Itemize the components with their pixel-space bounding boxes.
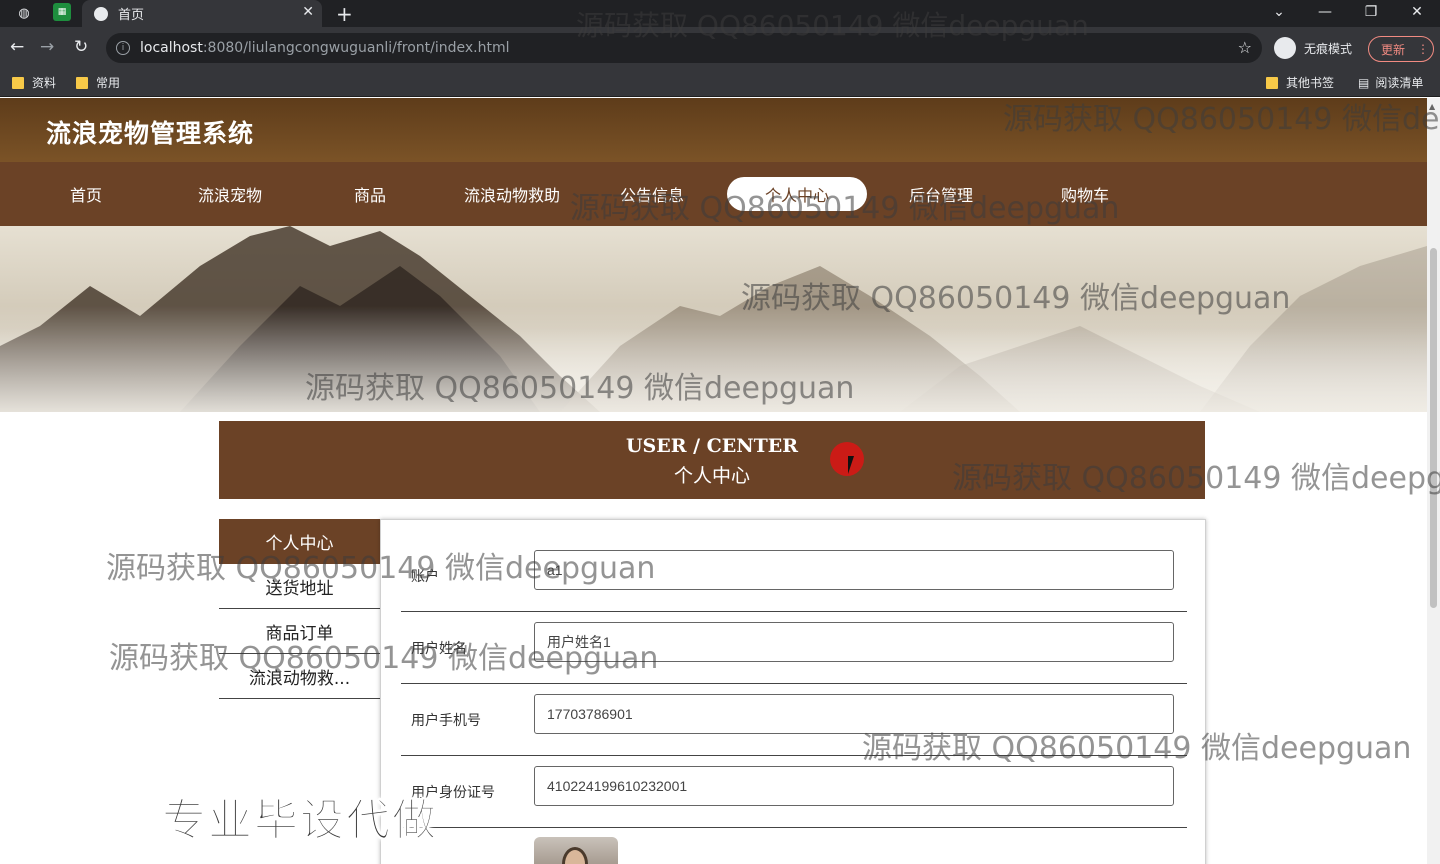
incognito-icon (1274, 37, 1296, 59)
scrollbar-thumb[interactable] (1430, 248, 1437, 608)
name-label: 用户姓名 (411, 641, 467, 657)
user-center-heading: USER / CENTER 个人中心 (219, 421, 1205, 499)
heading-en: USER / CENTER (625, 435, 799, 457)
nav-stray-pets[interactable]: 流浪宠物 (180, 177, 280, 211)
tab-favicon-icon (94, 6, 108, 21)
form-row-account: 账户 (401, 540, 1187, 612)
form-row-name: 用户姓名 (401, 612, 1187, 684)
url-path: :8080/liulangcongwuguanli/front/index.ht… (202, 40, 510, 56)
side-item-orders[interactable]: 商品订单 (219, 609, 380, 654)
tab-close-icon[interactable]: ✕ (302, 4, 314, 20)
minimize-button[interactable]: — (1302, 0, 1348, 24)
new-tab-button[interactable]: + (336, 2, 353, 26)
folder-icon (76, 76, 88, 89)
restore-button[interactable]: ❐ (1348, 0, 1394, 24)
nav-products[interactable]: 商品 (330, 177, 410, 211)
bookmarks-bar: 资料 常用 其他书签 ▤ 阅读清单 (0, 69, 1440, 97)
form-row-id: 用户身份证号 (401, 756, 1187, 828)
mouse-cursor-icon (848, 456, 854, 474)
update-label: 更新 (1381, 42, 1406, 57)
close-window-button[interactable]: ✕ (1394, 0, 1440, 24)
side-item-user-center[interactable]: 个人中心 (219, 519, 380, 564)
side-item-address[interactable]: 送货地址 (219, 564, 380, 609)
bookmark-star-icon[interactable]: ☆ (1238, 38, 1252, 57)
heading-zh: 个人中心 (673, 465, 750, 487)
forward-icon[interactable]: → (40, 37, 54, 57)
scroll-up-icon[interactable]: ▲ (1429, 102, 1435, 111)
phone-input[interactable] (534, 694, 1174, 734)
reading-list[interactable]: ▤ 阅读清单 (1358, 74, 1423, 91)
bookmark-folder[interactable]: 资料 (12, 74, 56, 91)
account-input[interactable] (534, 550, 1174, 590)
side-item-rescue[interactable]: 流浪动物救... (219, 654, 380, 699)
nav-home[interactable]: 首页 (46, 177, 126, 211)
form-row-phone: 用户手机号 (401, 684, 1187, 756)
bookmark-label: 阅读清单 (1375, 76, 1424, 90)
tab-title: 首页 (118, 8, 145, 23)
url-bar[interactable]: i localhost :8080/liulangcongwuguanli/fr… (106, 33, 1262, 63)
incognito-indicator[interactable]: 无痕模式 (1274, 37, 1352, 59)
nav-notices[interactable]: 公告信息 (602, 177, 702, 211)
incognito-label: 无痕模式 (1304, 41, 1353, 56)
more-menu-icon[interactable]: ⋮ (1417, 42, 1429, 56)
back-icon[interactable]: ← (10, 37, 24, 57)
bookmark-label: 其他书签 (1286, 76, 1335, 90)
browser-menu-icon[interactable]: ◍ (14, 3, 34, 23)
url-host: localhost (140, 40, 203, 56)
nav-user-center[interactable]: 个人中心 (727, 177, 867, 211)
site-title: 流浪宠物管理系统 (46, 119, 255, 148)
page-scrollbar[interactable]: ▲ (1427, 98, 1440, 864)
avatar[interactable] (534, 837, 618, 864)
address-toolbar: ← → ↻ i localhost :8080/liulangcongwugua… (0, 27, 1440, 69)
nav-rescue[interactable]: 流浪动物救助 (452, 177, 572, 211)
nav-cart[interactable]: 购物车 (1045, 177, 1125, 211)
nav-admin[interactable]: 后台管理 (891, 177, 991, 211)
id-card-input[interactable] (534, 766, 1174, 806)
account-label: 账户 (411, 569, 439, 585)
reload-icon[interactable]: ↻ (74, 37, 88, 57)
click-indicator (830, 442, 864, 476)
browser-tab-strip: ◍ ▦ 首页 ✕ + ⌄ — ❐ ✕ (0, 0, 1440, 27)
site-header: 流浪宠物管理系统 (0, 98, 1427, 162)
mountain-landscape (0, 226, 1427, 412)
tab-search-icon[interactable]: ⌄ (1256, 0, 1302, 24)
other-bookmarks[interactable]: 其他书签 (1266, 74, 1334, 91)
reading-list-icon: ▤ (1358, 75, 1370, 90)
folder-icon (1266, 76, 1278, 89)
promo-watermark: 专业毕设代做 (162, 795, 438, 847)
site-info-icon[interactable]: i (116, 41, 130, 55)
window-controls: ⌄ — ❐ ✕ (1256, 0, 1440, 27)
banner-image (0, 226, 1427, 412)
name-input[interactable] (534, 622, 1174, 662)
folder-icon (12, 76, 24, 89)
sheets-app-icon[interactable]: ▦ (53, 3, 71, 21)
main-nav: 首页 流浪宠物 商品 流浪动物救助 公告信息 个人中心 后台管理 购物车 (0, 162, 1427, 226)
bookmark-folder[interactable]: 常用 (76, 74, 120, 91)
bookmark-label: 常用 (96, 76, 121, 90)
profile-form: 账户 用户姓名 用户手机号 用户身份证号 (380, 519, 1206, 864)
browser-tab[interactable]: 首页 ✕ (82, 0, 322, 27)
phone-label: 用户手机号 (411, 713, 481, 729)
user-side-menu: 个人中心 送货地址 商品订单 流浪动物救... (219, 519, 380, 699)
bookmark-label: 资料 (32, 76, 57, 90)
update-button[interactable]: 更新 ⋮ (1368, 36, 1434, 62)
page-viewport: 流浪宠物管理系统 首页 流浪宠物 商品 流浪动物救助 公告信息 个人中心 后台管… (0, 98, 1427, 864)
avatar-face (562, 847, 588, 864)
